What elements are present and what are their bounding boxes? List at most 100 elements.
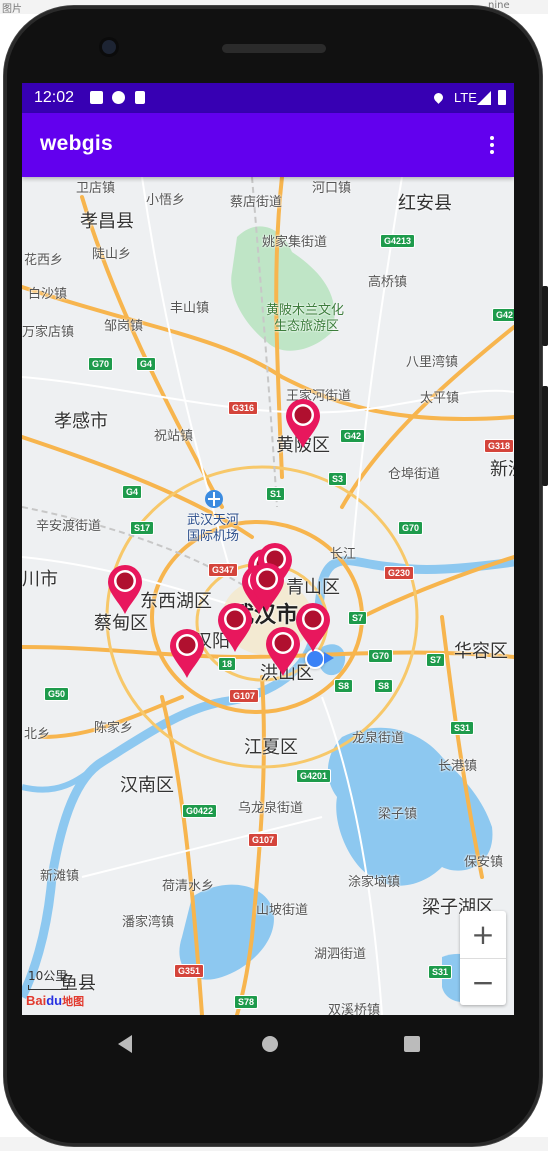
map-label: 涂家垴镇 bbox=[348, 875, 401, 890]
map-label: 小悟乡 bbox=[146, 193, 186, 208]
map-label: 山坡街道 bbox=[256, 903, 309, 918]
map-label: 江夏区 bbox=[244, 737, 298, 758]
road-shield: G230 bbox=[384, 566, 415, 580]
road-shield: G318 bbox=[484, 439, 514, 453]
earpiece-speaker bbox=[222, 44, 326, 53]
map-label: 高桥镇 bbox=[368, 275, 408, 290]
map-label: 万家店镇 bbox=[22, 325, 75, 340]
location-icon bbox=[432, 91, 445, 104]
map-pin-marker[interactable] bbox=[284, 397, 322, 449]
zoom-in-button[interactable]: + bbox=[460, 911, 506, 959]
road-shield: G347 bbox=[208, 563, 239, 577]
map-label: 潘家湾镇 bbox=[122, 915, 175, 930]
map-label: 陈家乡 bbox=[94, 721, 134, 736]
map-label: 红安县 bbox=[398, 193, 452, 214]
map-pin-marker[interactable] bbox=[248, 561, 286, 613]
map-label: 乌龙泉街道 bbox=[238, 801, 304, 816]
road-shield: S8 bbox=[334, 679, 354, 693]
map-label: 邹岗镇 bbox=[104, 319, 144, 334]
more-vert-icon[interactable] bbox=[482, 133, 502, 157]
map-pin-marker[interactable] bbox=[168, 627, 206, 679]
scale-bar bbox=[28, 985, 68, 990]
zoom-out-button[interactable]: − bbox=[460, 959, 506, 1006]
baidu-logo-text-blue: du bbox=[46, 993, 63, 1008]
road-shield: G4 bbox=[136, 357, 157, 371]
map-label: 国际机场 bbox=[187, 529, 240, 544]
notification-a-icon bbox=[90, 91, 103, 104]
android-nav-bar bbox=[22, 1015, 514, 1075]
road-shield: S3 bbox=[328, 472, 348, 486]
road-shield: G107 bbox=[248, 833, 279, 847]
map-pin-marker[interactable] bbox=[106, 563, 144, 615]
map-label: 长港镇 bbox=[438, 759, 478, 774]
map-label: 卫店镇 bbox=[76, 181, 116, 196]
road-shield: S8 bbox=[374, 679, 394, 693]
nav-back-button[interactable] bbox=[118, 1035, 132, 1053]
road-shield: G42 bbox=[492, 308, 514, 322]
map-label: 新滩镇 bbox=[40, 869, 80, 884]
road-shield: S1 bbox=[266, 487, 286, 501]
volume-button[interactable] bbox=[542, 386, 548, 486]
baidu-logo-text: Bai bbox=[26, 993, 47, 1008]
status-time: 12:02 bbox=[34, 89, 75, 106]
signal-icon bbox=[477, 91, 491, 105]
road-shield: G316 bbox=[228, 401, 259, 415]
map-label: 华容区 bbox=[454, 641, 508, 662]
power-button[interactable] bbox=[542, 286, 548, 346]
zoom-control: + − bbox=[460, 911, 506, 1005]
map-label: 孝感市 bbox=[54, 411, 108, 432]
road-shield: G70 bbox=[88, 357, 114, 371]
road-shield: 18 bbox=[218, 657, 237, 671]
app-title: webgis bbox=[40, 132, 113, 155]
map-label: 祝站镇 bbox=[154, 429, 194, 444]
map-label: 汉南区 bbox=[120, 775, 174, 796]
map-label: 生态旅游区 bbox=[274, 319, 340, 334]
map-pin-marker[interactable] bbox=[264, 625, 302, 677]
baidu-logo: Baidu地图 bbox=[26, 993, 84, 1009]
road-shield: G70 bbox=[368, 649, 394, 663]
app-bar: webgis bbox=[22, 113, 514, 177]
map-label: 长江 bbox=[330, 547, 357, 562]
map-label: 荷清水乡 bbox=[162, 879, 215, 894]
road-shield: G42 bbox=[340, 429, 366, 443]
map-label: 白沙镇 bbox=[28, 287, 68, 302]
battery-icon bbox=[498, 90, 506, 105]
front-camera bbox=[102, 40, 116, 54]
map-label: 东西湖区 bbox=[140, 591, 212, 612]
map-label: 孝昌县 bbox=[80, 211, 134, 232]
nav-recents-button[interactable] bbox=[404, 1036, 420, 1052]
location-direction-icon bbox=[324, 652, 334, 664]
map-label: 河口镇 bbox=[312, 181, 352, 196]
map-label: 仓埠街道 bbox=[388, 467, 441, 482]
road-shield: G107 bbox=[229, 689, 260, 703]
map-scale: 10公里 bbox=[28, 967, 68, 990]
status-bar: 12:02 LTE bbox=[22, 83, 514, 113]
network-type: LTE bbox=[454, 90, 477, 105]
scale-label: 10公里 bbox=[28, 969, 68, 983]
map-label: 八里湾镇 bbox=[406, 355, 459, 370]
map-label: 陡山乡 bbox=[92, 247, 132, 262]
road-shield: S7 bbox=[426, 653, 446, 667]
road-shield: G4213 bbox=[380, 234, 416, 248]
road-shield: S31 bbox=[428, 965, 453, 979]
road-shield: S78 bbox=[234, 995, 259, 1009]
map-label: 辛安渡街道 bbox=[36, 519, 102, 534]
map-label: 花西乡 bbox=[24, 253, 64, 268]
sd-card-icon bbox=[135, 91, 145, 104]
map-label: 蔡店街道 bbox=[230, 195, 283, 210]
map-label: 龙泉街道 bbox=[352, 731, 405, 746]
map-label: 太平镇 bbox=[420, 391, 460, 406]
map-label: 保安镇 bbox=[464, 855, 504, 870]
map-label: 梁子镇 bbox=[378, 807, 418, 822]
baidu-map[interactable]: 卫店镇 小悟乡 蔡店街道 河口镇 红安县 孝昌县 姚家集街道 陡山乡 花西乡 高桥镇 白沙镇 丰山镇黄… bbox=[22, 177, 514, 1015]
baidu-logo-suffix: 地图 bbox=[62, 996, 85, 1008]
map-label: 北乡 bbox=[24, 727, 51, 742]
road-shield: S31 bbox=[450, 721, 475, 735]
map-label: 湖泗街道 bbox=[314, 947, 367, 962]
map-label: 川市 bbox=[22, 569, 58, 590]
map-label: 新洲 bbox=[490, 459, 514, 480]
map-label: 青山区 bbox=[286, 577, 340, 598]
road-shield: S7 bbox=[348, 611, 368, 625]
road-shield: G4201 bbox=[296, 769, 332, 783]
nav-home-button[interactable] bbox=[262, 1036, 278, 1052]
